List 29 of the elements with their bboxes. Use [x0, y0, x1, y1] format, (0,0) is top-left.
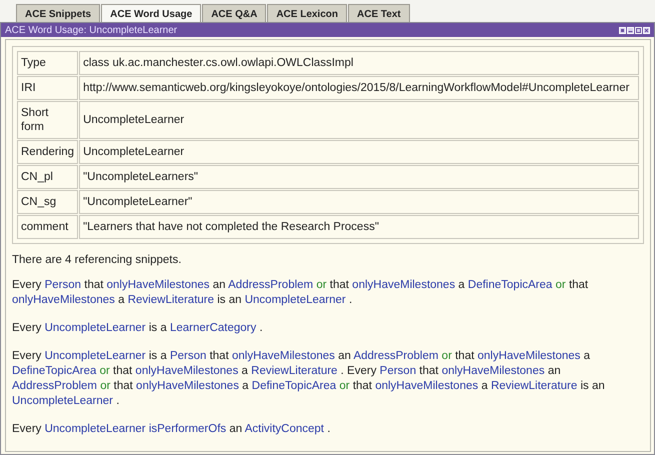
- property-name-cell: comment: [17, 215, 78, 239]
- minimize-icon[interactable]: [627, 26, 634, 34]
- property-value-cell: UncompleteLearner: [79, 101, 639, 139]
- tab[interactable]: ACE Text: [348, 4, 410, 22]
- panel-title: ACE Word Usage: UncompleteLearner: [5, 24, 178, 36]
- snippet-sentence: Every Person that onlyHaveMilestones an AddressProblem or that onlyHaveMilestones a DefineTopicArea or that onlyHaveMilestones a ReviewLiterature is an UncompleteLearner .: [12, 278, 590, 308]
- snippet-sentence: Every UncompleteLearner is a Person that onlyHaveMilestones an AddressProblem or that onlyHaveMilestones a DefineTopicArea or that onlyHaveMilestones a ReviewLiterature . Every Person that onlyHaveMilestones an AddressProblem or that onlyHaveMilestones a DefineTopicArea or that onlyHaveMilestones a ReviewLiterature is an UncompleteLearner .: [12, 349, 606, 409]
- property-name-cell: CN_sg: [17, 190, 78, 214]
- property-name-cell: Short form: [17, 101, 78, 139]
- close-icon[interactable]: [643, 26, 650, 34]
- property-name-cell: Rendering: [17, 140, 78, 164]
- maximize-icon[interactable]: [635, 26, 642, 34]
- property-value-cell: "Learners that have not completed the Research Process": [79, 215, 639, 239]
- property-value-cell: "UncompleteLearner": [79, 190, 639, 214]
- property-value-cell: class uk.ac.manchester.cs.owl.owlapi.OWLClassImpl: [79, 51, 639, 75]
- tab[interactable]: ACE Snippets: [16, 4, 100, 22]
- property-name-cell: Type: [17, 51, 78, 75]
- property-value-cell: "UncompleteLearners": [79, 165, 639, 189]
- tab[interactable]: ACE Lexicon: [267, 4, 347, 22]
- tab[interactable]: ACE Word Usage: [101, 4, 202, 22]
- restore-icon[interactable]: [619, 26, 626, 34]
- snippet-sentence: Every UncompleteLearner isPerformerOfs an ActivityConcept .: [12, 422, 332, 437]
- snippet-sentence: Every UncompleteLearner is a LearnerCategory .: [12, 321, 264, 336]
- property-value-cell: http://www.semanticweb.org/kingsleyokoye/ontologies/2015/8/LearningWorkflowModel#UncompleteLearner: [79, 76, 639, 100]
- tab[interactable]: ACE Q&A: [202, 4, 266, 22]
- summary-text: There are 4 referencing snippets.: [12, 253, 182, 268]
- property-name-cell: IRI: [17, 76, 78, 100]
- property-name-cell: CN_pl: [17, 165, 78, 189]
- property-value-cell: UncompleteLearner: [79, 140, 639, 164]
